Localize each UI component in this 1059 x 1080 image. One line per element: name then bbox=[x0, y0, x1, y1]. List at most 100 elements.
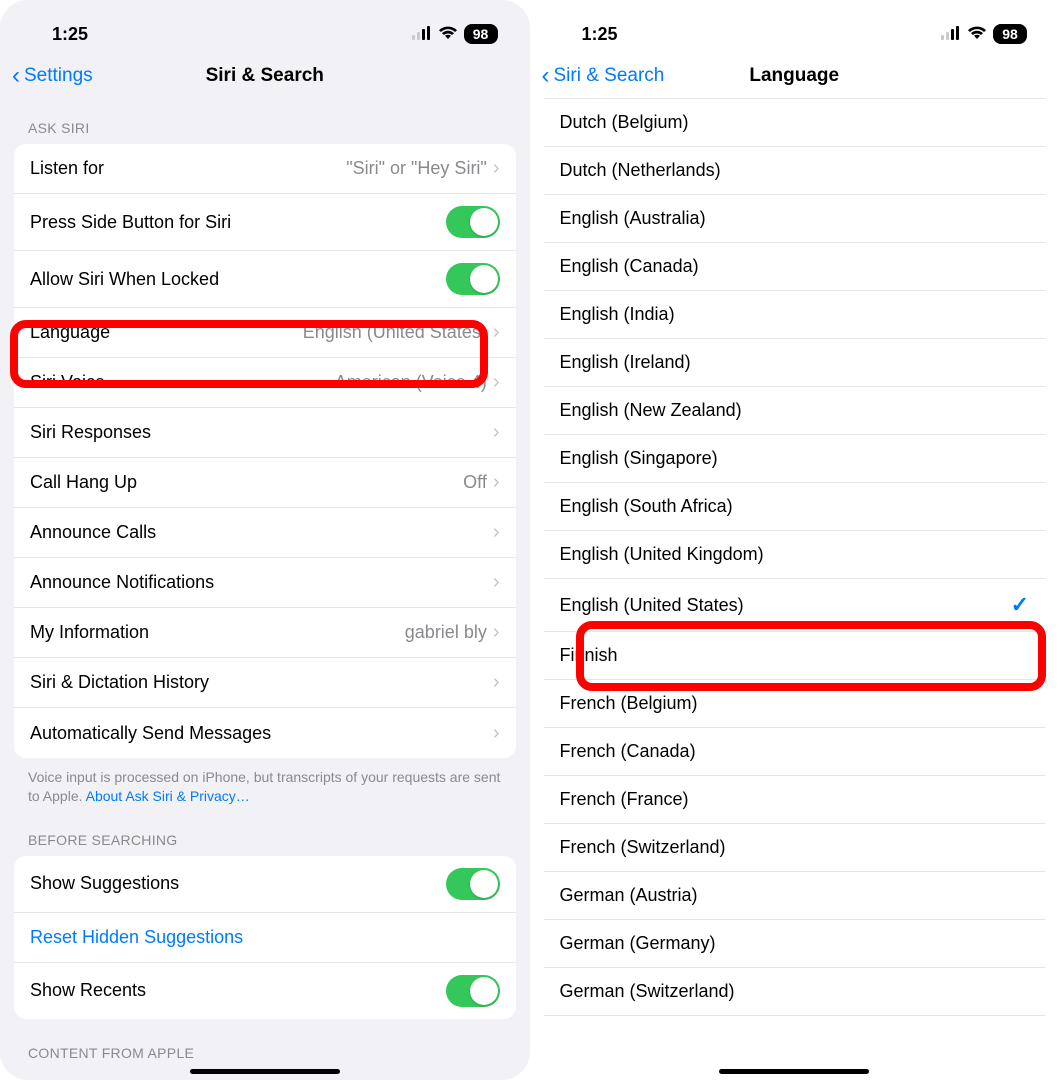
chevron-right-icon: › bbox=[493, 471, 500, 494]
language-row[interactable]: French (France) bbox=[544, 776, 1046, 824]
row-label: Show Recents bbox=[30, 980, 146, 1001]
language-row[interactable]: German (Germany) bbox=[544, 920, 1046, 968]
row-value: gabriel bly bbox=[405, 622, 487, 643]
row-label: Siri Responses bbox=[30, 422, 151, 443]
row-label: Show Suggestions bbox=[30, 873, 179, 894]
language-row[interactable]: Dutch (Belgium) bbox=[544, 98, 1046, 147]
back-label: Siri & Search bbox=[554, 65, 665, 87]
row-announce-notifications[interactable]: Announce Notifications › bbox=[14, 558, 516, 608]
status-time: 1:25 bbox=[52, 24, 88, 45]
row-label: Announce Calls bbox=[30, 522, 156, 543]
language-row[interactable]: English (Canada) bbox=[544, 243, 1046, 291]
row-show-suggestions[interactable]: Show Suggestions bbox=[14, 856, 516, 913]
toggle-press-side[interactable] bbox=[446, 206, 500, 238]
language-row[interactable]: English (Australia) bbox=[544, 195, 1046, 243]
language-row[interactable]: English (India) bbox=[544, 291, 1046, 339]
language-row[interactable]: French (Belgium) bbox=[544, 680, 1046, 728]
language-label: English (India) bbox=[560, 304, 675, 325]
chevron-right-icon: › bbox=[493, 157, 500, 180]
row-value: Off bbox=[463, 472, 487, 493]
row-siri-voice[interactable]: Siri Voice American (Voice 4) › bbox=[14, 358, 516, 408]
row-label: Siri Voice bbox=[30, 372, 105, 393]
language-label: English (United States) bbox=[560, 595, 744, 616]
language-label: English (Australia) bbox=[560, 208, 706, 229]
row-announce-calls[interactable]: Announce Calls › bbox=[14, 508, 516, 558]
row-label: Press Side Button for Siri bbox=[30, 212, 231, 233]
wifi-icon bbox=[967, 24, 987, 45]
language-label: English (Ireland) bbox=[560, 352, 691, 373]
language-label: French (Belgium) bbox=[560, 693, 698, 714]
language-row[interactable]: German (Switzerland) bbox=[544, 968, 1046, 1016]
language-label: English (Canada) bbox=[560, 256, 699, 277]
language-label: Dutch (Belgium) bbox=[560, 112, 689, 133]
chevron-right-icon: › bbox=[493, 421, 500, 444]
chevron-right-icon: › bbox=[493, 521, 500, 544]
back-button[interactable]: ‹ Siri & Search bbox=[542, 62, 665, 90]
row-press-side-button[interactable]: Press Side Button for Siri bbox=[14, 194, 516, 251]
language-list[interactable]: Dutch (Belgium) Dutch (Netherlands) Englis… bbox=[544, 98, 1046, 1016]
home-indicator[interactable] bbox=[719, 1069, 869, 1074]
language-row[interactable]: English (United Kingdom) bbox=[544, 531, 1046, 579]
language-row[interactable]: English (Singapore) bbox=[544, 435, 1046, 483]
row-label: Reset Hidden Suggestions bbox=[30, 927, 243, 948]
row-label: Language bbox=[30, 322, 110, 343]
language-row[interactable]: French (Canada) bbox=[544, 728, 1046, 776]
chevron-left-icon: ‹ bbox=[12, 62, 20, 90]
language-row[interactable]: English (Ireland) bbox=[544, 339, 1046, 387]
language-row[interactable]: English (South Africa) bbox=[544, 483, 1046, 531]
row-label: My Information bbox=[30, 622, 149, 643]
language-label: German (Switzerland) bbox=[560, 981, 735, 1002]
row-label: Listen for bbox=[30, 158, 104, 179]
status-time: 1:25 bbox=[582, 24, 618, 45]
status-bar: 1:25 98 bbox=[530, 0, 1059, 54]
language-label: French (France) bbox=[560, 789, 689, 810]
chevron-right-icon: › bbox=[493, 571, 500, 594]
toggle-show-suggestions[interactable] bbox=[446, 868, 500, 900]
screenshot-left: 1:25 98 ‹ Settings Siri & Search ASK SIR… bbox=[0, 0, 530, 1080]
language-row[interactable]: Dutch (Netherlands) bbox=[544, 147, 1046, 195]
row-siri-responses[interactable]: Siri Responses › bbox=[14, 408, 516, 458]
row-listen-for[interactable]: Listen for "Siri" or "Hey Siri" › bbox=[14, 144, 516, 194]
cellular-icon bbox=[941, 24, 961, 45]
row-allow-locked[interactable]: Allow Siri When Locked bbox=[14, 251, 516, 308]
language-row[interactable]: English (United States) ✓ bbox=[544, 579, 1046, 632]
row-history[interactable]: Siri & Dictation History › bbox=[14, 658, 516, 708]
section-header-content-from-apple: CONTENT FROM APPLE bbox=[0, 1019, 530, 1069]
nav-bar: ‹ Siri & Search Language bbox=[530, 54, 1059, 98]
language-label: German (Germany) bbox=[560, 933, 716, 954]
section-header-before-searching: BEFORE SEARCHING bbox=[0, 810, 530, 856]
toggle-show-recents[interactable] bbox=[446, 975, 500, 1007]
chevron-right-icon: › bbox=[493, 371, 500, 394]
footer-text: Voice input is processed on iPhone, but … bbox=[0, 758, 530, 810]
language-label: French (Switzerland) bbox=[560, 837, 726, 858]
row-reset-hidden[interactable]: Reset Hidden Suggestions bbox=[14, 913, 516, 963]
footer-privacy-link[interactable]: About Ask Siri & Privacy… bbox=[86, 788, 250, 804]
row-call-hangup[interactable]: Call Hang Up Off › bbox=[14, 458, 516, 508]
home-indicator[interactable] bbox=[190, 1069, 340, 1074]
language-row[interactable]: German (Austria) bbox=[544, 872, 1046, 920]
row-label: Call Hang Up bbox=[30, 472, 137, 493]
language-label: English (New Zealand) bbox=[560, 400, 742, 421]
checkmark-icon: ✓ bbox=[1011, 592, 1029, 618]
language-row[interactable]: English (New Zealand) bbox=[544, 387, 1046, 435]
language-row[interactable]: Finnish bbox=[544, 632, 1046, 680]
back-button[interactable]: ‹ Settings bbox=[12, 62, 93, 90]
row-language[interactable]: Language English (United States) › bbox=[14, 308, 516, 358]
battery-indicator: 98 bbox=[464, 24, 498, 44]
section-header-ask-siri: ASK SIRI bbox=[0, 98, 530, 144]
chevron-right-icon: › bbox=[493, 621, 500, 644]
chevron-left-icon: ‹ bbox=[542, 62, 550, 90]
before-searching-group: Show Suggestions Reset Hidden Suggestion… bbox=[14, 856, 516, 1019]
row-value: American (Voice 4) bbox=[335, 372, 487, 393]
row-auto-send[interactable]: Automatically Send Messages › bbox=[14, 708, 516, 758]
battery-indicator: 98 bbox=[993, 24, 1027, 44]
language-row[interactable]: French (Switzerland) bbox=[544, 824, 1046, 872]
toggle-allow-locked[interactable] bbox=[446, 263, 500, 295]
row-show-recents[interactable]: Show Recents bbox=[14, 963, 516, 1019]
row-my-information[interactable]: My Information gabriel bly › bbox=[14, 608, 516, 658]
screenshot-right: 1:25 98 ‹ Siri & Search Language Dutch (… bbox=[530, 0, 1059, 1080]
chevron-right-icon: › bbox=[493, 722, 500, 745]
language-label: English (Singapore) bbox=[560, 448, 718, 469]
chevron-right-icon: › bbox=[493, 321, 500, 344]
row-value: "Siri" or "Hey Siri" bbox=[346, 158, 487, 179]
